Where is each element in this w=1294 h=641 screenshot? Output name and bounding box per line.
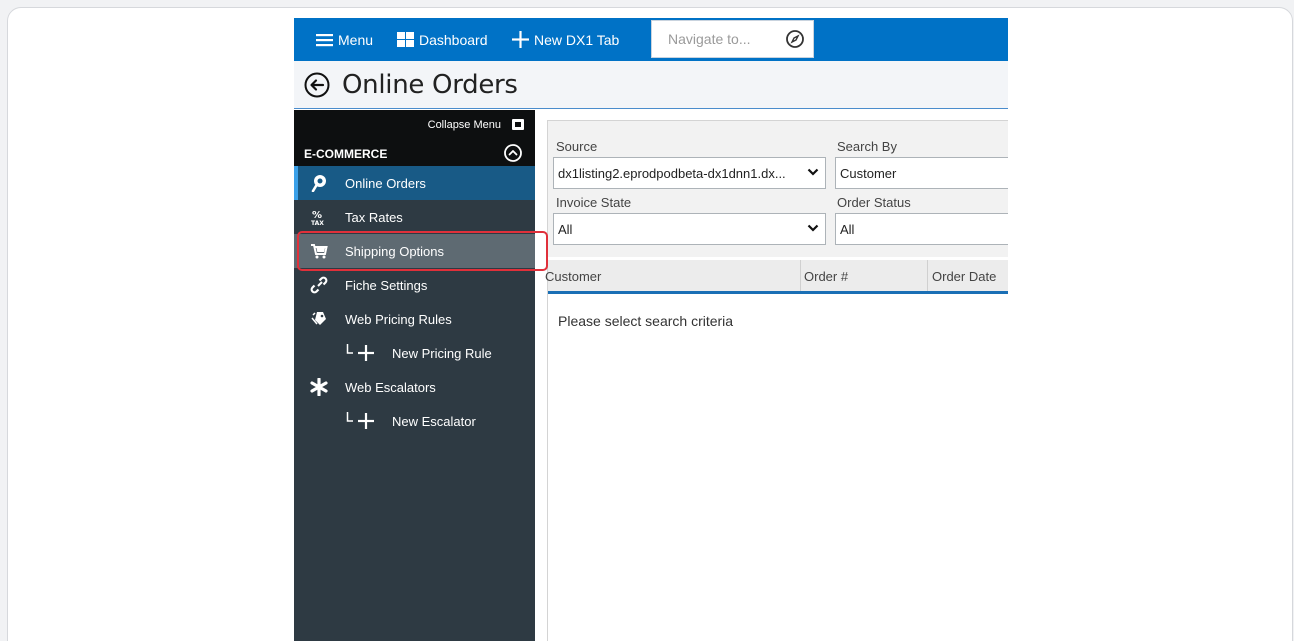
new-tab-label: New DX1 Tab — [534, 31, 620, 48]
dashboard-icon — [397, 32, 414, 47]
orders-panel: Source dx1listing2.eprodpodbeta-dx1dnn1.… — [545, 120, 1008, 641]
sidebar-item-online-orders[interactable]: Online Orders — [294, 166, 535, 200]
search-by-select[interactable]: Customer — [835, 157, 1008, 189]
sidebar-item-fiche-settings[interactable]: Fiche Settings — [294, 268, 535, 302]
sidebar-item-label: New Escalator — [392, 414, 476, 429]
add-icon — [358, 413, 374, 429]
asterisk-icon — [310, 378, 328, 396]
sidebar-item-shipping-options[interactable]: Shipping Options — [294, 234, 535, 268]
sidebar-item-label: Fiche Settings — [345, 278, 428, 293]
column-header-order-number[interactable]: Order # — [804, 269, 848, 284]
hamburger-icon — [316, 33, 333, 46]
cart-icon — [311, 244, 328, 259]
source-label: Source — [556, 139, 598, 154]
search-by-label: Search By — [837, 139, 897, 154]
title-bar: Online Orders — [294, 61, 1008, 109]
subitem-branch-icon — [346, 412, 353, 422]
navigate-input[interactable] — [668, 31, 788, 47]
sidebar-item-new-pricing-rule[interactable]: New Pricing Rule — [294, 336, 535, 370]
collapse-icon — [512, 119, 524, 130]
top-bar: Menu Dashboard New DX1 Tab — [294, 18, 1008, 61]
sidebar-item-label: New Pricing Rule — [392, 346, 492, 361]
back-arrow-icon[interactable] — [304, 72, 330, 98]
dashboard-button[interactable]: Dashboard — [397, 18, 488, 61]
column-header-customer[interactable]: Customer — [545, 269, 601, 284]
navigate-box — [651, 20, 814, 58]
sidebar-item-label: Web Pricing Rules — [345, 312, 452, 327]
tax-icon: %TAX — [311, 210, 324, 226]
invoice-state-label: Invoice State — [556, 195, 632, 210]
section-header-ecommerce[interactable]: E-COMMERCE — [294, 140, 535, 166]
main-content: Source dx1listing2.eprodpodbeta-dx1dnn1.… — [535, 110, 1008, 641]
source-value: dx1listing2.eprodpodbeta-dx1dnn1.dx... — [558, 165, 786, 181]
svg-text:TAX: TAX — [311, 220, 324, 226]
app-window: Menu Dashboard New DX1 Tab Online Orders… — [294, 18, 1008, 641]
column-divider — [927, 260, 928, 291]
order-status-label: Order Status — [837, 195, 911, 210]
section-label: E-COMMERCE — [304, 147, 388, 161]
sidebar-item-label: Tax Rates — [345, 210, 403, 225]
search-by-value: Customer — [840, 165, 897, 181]
column-header-order-date[interactable]: Order Date — [932, 269, 996, 284]
order-status-value: All — [840, 221, 855, 237]
sidebar-item-web-pricing-rules[interactable]: Web Pricing Rules — [294, 302, 535, 336]
sidebar-item-label: Online Orders — [345, 176, 426, 191]
online-orders-icon — [311, 175, 326, 192]
sidebar-item-label: Web Escalators — [345, 380, 436, 395]
filter-area: Source dx1listing2.eprodpodbeta-dx1dnn1.… — [548, 120, 1008, 257]
collapse-menu-button[interactable]: Collapse Menu — [294, 110, 535, 140]
chevron-down-icon — [807, 224, 819, 232]
sidebar-item-new-escalator[interactable]: New Escalator — [294, 404, 535, 438]
new-tab-button[interactable]: New DX1 Tab — [512, 18, 619, 61]
order-status-select[interactable]: All — [835, 213, 1008, 245]
compass-icon[interactable] — [785, 29, 805, 49]
source-select[interactable]: dx1listing2.eprodpodbeta-dx1dnn1.dx... — [553, 157, 826, 189]
dashboard-label: Dashboard — [419, 31, 488, 48]
empty-grid-message: Please select search criteria — [558, 313, 734, 329]
tags-icon — [311, 312, 326, 325]
grid-header: Customer Order # Order Date — [545, 260, 1008, 294]
link-icon — [310, 276, 328, 294]
column-divider — [800, 260, 801, 291]
subitem-branch-icon — [346, 344, 353, 354]
chevron-down-icon — [807, 168, 819, 176]
page-title: Online Orders — [342, 70, 518, 100]
menu-button[interactable]: Menu — [316, 18, 373, 61]
sidebar-item-tax-rates[interactable]: % TAX Tax Rates — [294, 200, 535, 234]
invoice-state-value: All — [558, 221, 573, 237]
collapse-menu-label: Collapse Menu — [427, 119, 501, 131]
invoice-state-select[interactable]: All — [553, 213, 826, 245]
sidebar: Collapse Menu E-COMMERCE Online Orders %… — [294, 110, 535, 641]
menu-label: Menu — [338, 31, 374, 48]
add-icon — [358, 345, 374, 361]
sidebar-item-label: Shipping Options — [345, 244, 445, 259]
chevron-up-circle-icon[interactable] — [503, 143, 523, 163]
plus-icon — [512, 31, 529, 48]
sidebar-item-web-escalators[interactable]: Web Escalators — [294, 370, 535, 404]
